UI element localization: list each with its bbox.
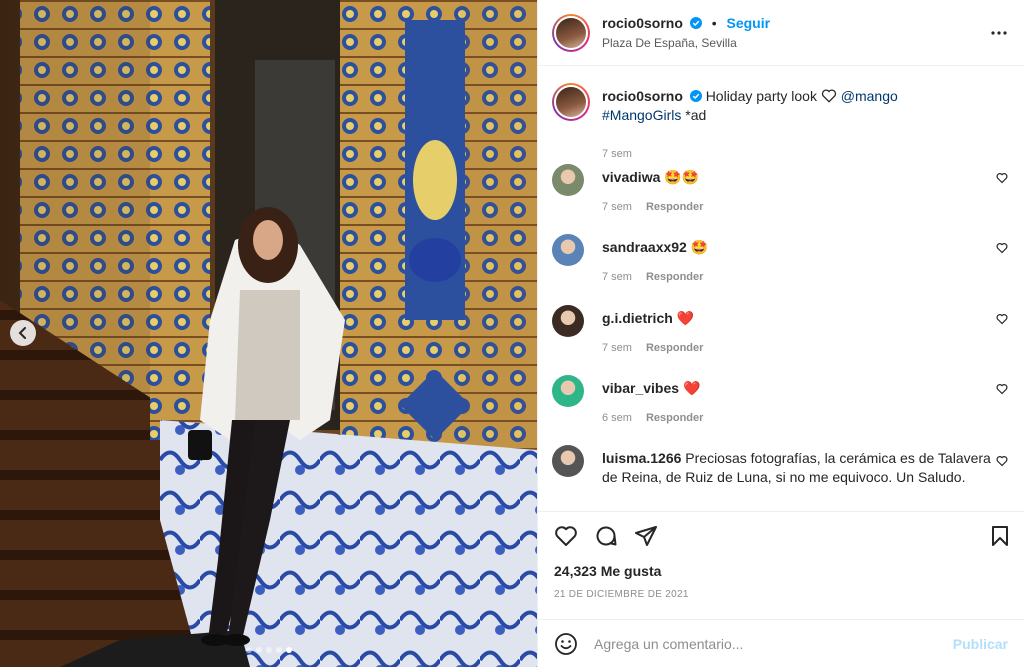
commenter-avatar[interactable]: [552, 445, 584, 477]
comment-item: vibar_vibes ❤️ 6 sem Responder: [552, 375, 1008, 424]
comment-item: luisma.1266 Preciosas fotografías, la ce…: [552, 445, 1008, 487]
comment-time[interactable]: 7 sem: [602, 271, 632, 283]
carousel-dot: [245, 647, 252, 653]
comment-like-heart-icon[interactable]: [996, 455, 1008, 467]
comments-list[interactable]: rocio0sorno Holiday party look @mango #M…: [538, 67, 1024, 511]
caption-mention-link[interactable]: @mango: [841, 88, 898, 104]
heart-outline-emoji-icon: [821, 89, 836, 103]
carousel-dot: [285, 647, 292, 653]
commenter-username[interactable]: g.i.dietrich: [602, 310, 673, 326]
caption-text: Holiday party look: [705, 88, 817, 104]
emoji-picker-icon[interactable]: [554, 632, 578, 656]
separator-bullet: •: [711, 15, 717, 31]
post-location[interactable]: Plaza De España, Sevilla: [602, 36, 770, 50]
likes-count[interactable]: 24,323 Me gusta: [554, 563, 661, 579]
add-comment-bar: Publicar: [538, 619, 1024, 667]
commenter-username[interactable]: vivadiwa: [602, 169, 660, 185]
more-options-icon[interactable]: [990, 24, 1008, 42]
carousel-prev-button[interactable]: [10, 320, 36, 346]
caption-username[interactable]: rocio0sorno: [602, 88, 683, 104]
verified-badge-icon: [689, 90, 702, 102]
carousel-dot: [265, 647, 272, 653]
author-avatar[interactable]: [552, 13, 590, 52]
comment-text: 🤩🤩: [664, 169, 700, 185]
post-actions-bar: [538, 511, 1024, 559]
reply-button[interactable]: Responder: [646, 201, 703, 213]
comment-like-heart-icon[interactable]: [996, 383, 1008, 395]
carousel-dot: [275, 647, 282, 653]
reply-button[interactable]: Responder: [646, 271, 703, 283]
comment-time[interactable]: 7 sem: [602, 201, 632, 213]
caption-hashtag-link[interactable]: #MangoGirls: [602, 107, 681, 123]
comment-item: vivadiwa 🤩🤩 7 sem Responder: [552, 164, 1008, 213]
comment-input[interactable]: [594, 635, 953, 652]
commenter-username[interactable]: luisma.1266: [602, 450, 681, 466]
photo-illustration: [0, 0, 537, 667]
comment-text: 🤩: [690, 239, 709, 255]
publish-button[interactable]: Publicar: [953, 636, 1008, 652]
carousel-dot: [255, 647, 262, 653]
commenter-username[interactable]: vibar_vibes: [602, 380, 679, 396]
reply-button[interactable]: Responder: [646, 412, 703, 424]
caption-time[interactable]: 7 sem: [602, 145, 1002, 164]
chevron-left-icon: [18, 327, 26, 339]
comment-like-heart-icon[interactable]: [996, 313, 1008, 325]
save-bookmark-icon[interactable]: [988, 524, 1012, 548]
verified-badge-icon: [689, 17, 702, 29]
comment-item: g.i.dietrich ❤️ 7 sem Responder: [552, 305, 1008, 354]
post-header: rocio0sorno • Seguir Plaza De España, Se…: [538, 0, 1024, 66]
commenter-username[interactable]: sandraaxx92: [602, 239, 687, 255]
comment-text: ❤️: [676, 310, 695, 326]
commenter-avatar[interactable]: [552, 234, 584, 266]
caption-suffix: *ad: [685, 107, 707, 123]
comment-item: sandraaxx92 🤩 7 sem Responder: [552, 234, 1008, 283]
caption-author-avatar[interactable]: [552, 83, 590, 121]
share-send-icon[interactable]: [634, 524, 658, 548]
commenter-avatar[interactable]: [552, 305, 584, 337]
commenter-avatar[interactable]: [552, 375, 584, 407]
comment-time[interactable]: 6 sem: [602, 412, 632, 424]
comment-bubble-icon[interactable]: [594, 524, 618, 548]
like-heart-icon[interactable]: [554, 524, 578, 548]
post-caption: rocio0sorno Holiday party look @mango #M…: [552, 83, 1008, 164]
post-side-panel: rocio0sorno • Seguir Plaza De España, Se…: [537, 0, 1024, 667]
comment-like-heart-icon[interactable]: [996, 172, 1008, 184]
follow-button[interactable]: Seguir: [726, 15, 770, 31]
comment-time[interactable]: 7 sem: [602, 342, 632, 354]
author-username[interactable]: rocio0sorno: [602, 15, 683, 31]
reply-button[interactable]: Responder: [646, 342, 703, 354]
comment-like-heart-icon[interactable]: [996, 242, 1008, 254]
carousel-indicator: [0, 647, 537, 653]
comment-text: ❤️: [682, 380, 701, 396]
post-date: 21 DE DICIEMBRE DE 2021: [554, 589, 689, 600]
post-photo[interactable]: [0, 0, 537, 667]
commenter-avatar[interactable]: [552, 164, 584, 196]
